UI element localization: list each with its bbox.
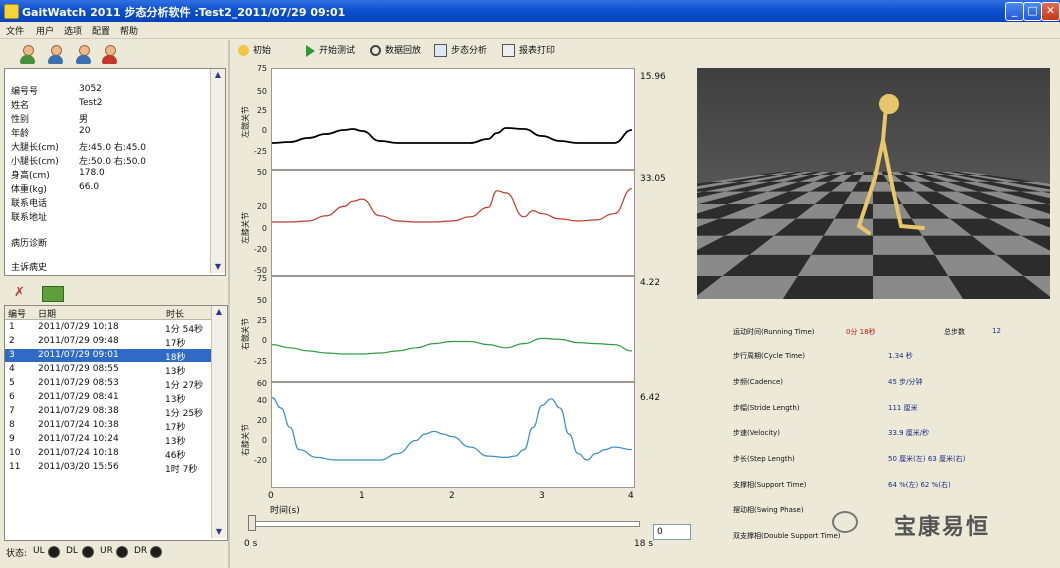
metric-value: 50 厘米(左) 63 厘米(右) — [888, 455, 966, 463]
metric-label: 步速(Velocity) — [733, 429, 780, 437]
series-line — [271, 397, 633, 461]
metric-value: 1.34 秒 — [888, 352, 913, 360]
metric-label: 支撑相(Support Time) — [733, 481, 807, 489]
floor-tile — [873, 275, 964, 299]
metric-label: 双支撑相(Double Support Time) — [733, 532, 841, 540]
series-line — [272, 188, 633, 223]
wechat-logo-icon — [832, 511, 858, 533]
timeline-track[interactable] — [250, 521, 640, 527]
series-line — [271, 127, 633, 144]
timeline-end: 18 s — [634, 539, 654, 549]
metric-value: 33.9 厘米/秒 — [888, 429, 930, 437]
total-steps-value: 12 — [992, 327, 1001, 335]
floor-tile — [782, 275, 873, 299]
time-value-box[interactable]: 0 — [653, 524, 691, 540]
running-time-value: 0分 18秒 — [846, 328, 876, 336]
total-steps-label: 总步数 — [944, 328, 965, 336]
metric-label: 步行周期(Cycle Time) — [733, 352, 805, 360]
metric-label: 步频(Cadence) — [733, 378, 783, 386]
watermark: 宝康易恒 — [832, 503, 1047, 543]
timeline-start: 0 s — [244, 539, 258, 549]
metric-value: 64 %(左) 62 %(右) — [888, 481, 951, 489]
watermark-text: 宝康易恒 — [894, 515, 991, 540]
checker-floor — [697, 68, 1050, 299]
skeleton-3d-view[interactable] — [697, 68, 1050, 299]
metric-value: 45 步/分钟 — [888, 378, 923, 386]
running-time-label: 运动时间(Running Time) — [733, 328, 815, 336]
metric-label: 步长(Step Length) — [733, 455, 795, 463]
metric-label: 步幅(Stride Length) — [733, 404, 800, 412]
metric-value: 111 厘米 — [888, 404, 918, 412]
series-line — [271, 337, 633, 355]
timeline-thumb[interactable] — [248, 515, 256, 531]
metric-label: 摆动相(Swing Phase) — [733, 506, 804, 514]
